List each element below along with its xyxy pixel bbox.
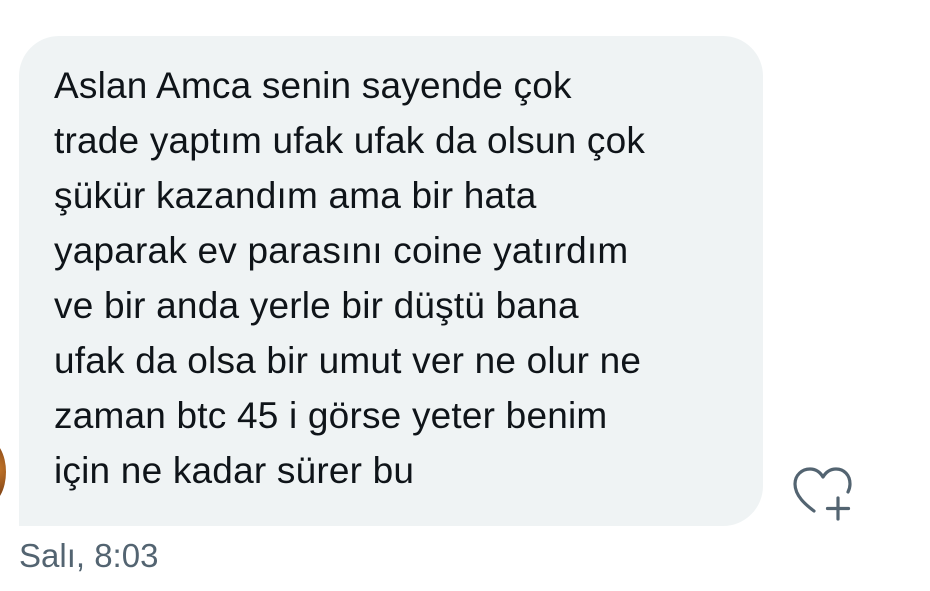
message-line: Aslan Amca senin sayende çok [54, 65, 572, 106]
message-line: ve bir anda yerle bir düştü bana [54, 285, 579, 326]
avatar[interactable] [0, 440, 6, 504]
message-line: trade yaptım ufak ufak da olsun çok [54, 120, 646, 161]
message-text: Aslan Amca senin sayende çok trade yaptı… [54, 58, 645, 498]
message-line: zaman btc 45 i görse yeter benim [54, 395, 608, 436]
message-line: ufak da olsa bir umut ver ne olur ne [54, 340, 642, 381]
message-line: şükür kazandım ama bir hata [54, 175, 537, 216]
heart-plus-icon[interactable] [790, 463, 856, 523]
message-line: için ne kadar sürer bu [54, 450, 415, 491]
message-line: yaparak ev parasını coine yatırdım [54, 230, 629, 271]
dm-conversation: Aslan Amca senin sayende çok trade yaptı… [0, 0, 930, 591]
message-timestamp: Salı, 8:03 [19, 537, 159, 574]
